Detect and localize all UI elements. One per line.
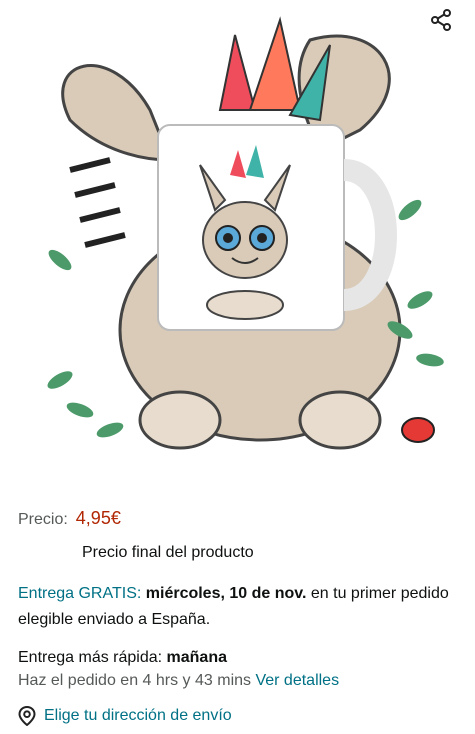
- final-price-note: Precio final del producto: [82, 544, 254, 561]
- price-label: Precio:: [18, 511, 68, 528]
- delivery-info: Entrega GRATIS: miércoles, 10 de nov. en…: [18, 581, 466, 633]
- share-button[interactable]: [429, 8, 459, 38]
- delivery-date: miércoles, 10 de nov.: [145, 585, 307, 602]
- product-image[interactable]: [0, 0, 475, 490]
- fastest-delivery-label: Entrega más rápida:: [18, 649, 163, 666]
- order-countdown-text: Haz el pedido en 4 hrs y 43 mins: [18, 672, 252, 689]
- order-countdown: Haz el pedido en 4 hrs y 43 mins Ver det…: [18, 668, 339, 694]
- product-illustration: [47, 16, 444, 450]
- price-value: 4,95€: [75, 508, 121, 528]
- free-delivery-link[interactable]: Entrega GRATIS:: [18, 585, 141, 602]
- choose-address-link[interactable]: Elige tu dirección de envío: [18, 706, 232, 726]
- details-link[interactable]: Ver detalles: [255, 672, 339, 689]
- choose-address-label[interactable]: Elige tu dirección de envío: [44, 707, 232, 725]
- price-section: Precio: 4,95€: [18, 508, 461, 529]
- price-row: Precio: 4,95€: [18, 508, 461, 529]
- fastest-delivery-date: mañana: [166, 649, 227, 666]
- share-icon: [431, 9, 451, 31]
- location-pin-icon: [18, 706, 36, 726]
